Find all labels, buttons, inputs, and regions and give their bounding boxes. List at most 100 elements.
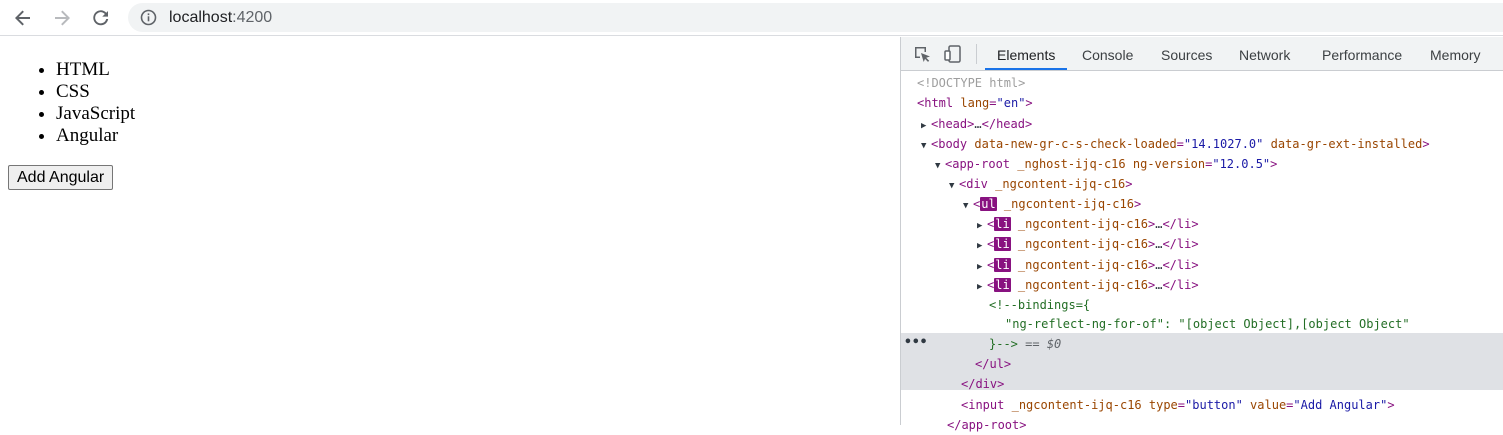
attr-name: _ngcontent-ijq-c16 <box>995 177 1126 191</box>
tag-name: html <box>924 96 954 110</box>
expand-triangle-icon[interactable]: ▶ <box>977 277 987 297</box>
expand-triangle-icon[interactable]: ▶ <box>977 257 987 277</box>
arrow-right-icon <box>55 10 70 26</box>
tag-name-highlighted: li <box>994 258 1011 272</box>
devtools-tabbar: Elements Console Sources Network Perform… <box>901 37 1503 71</box>
tag-name: app-root <box>952 157 1011 171</box>
tag-name: li <box>1176 237 1192 251</box>
attr-name: _ngcontent-ijq-c16 <box>1017 278 1148 292</box>
info-icon[interactable] <box>140 9 157 26</box>
collapse-triangle-icon[interactable]: ▼ <box>921 136 931 156</box>
comment-text: "ng-reflect-ng-for-of": "[object Object]… <box>1005 317 1410 331</box>
collapsed-ellipsis: … <box>974 117 982 131</box>
tab-sources[interactable]: Sources <box>1161 37 1212 70</box>
dom-line-li[interactable]: ▶ <li _ngcontent-ijq-c16>…</li> <box>901 234 1503 254</box>
dom-line-comment-body[interactable]: "ng-reflect-ng-for-of": "[object Object]… <box>901 314 1503 334</box>
tag-name: div <box>966 177 988 191</box>
url-port: :4200 <box>232 9 273 26</box>
closing-tag-text: </app-root> <box>947 418 1027 432</box>
list-item: HTML <box>56 59 135 81</box>
dom-line-div-close[interactable]: </div> <box>901 374 1503 394</box>
dom-line-app-root-close[interactable]: </app-root> <box>901 415 1503 435</box>
attr-name: value <box>1250 398 1287 412</box>
attr-value: "12.0.5" <box>1212 157 1271 171</box>
tag-name: head <box>996 117 1025 131</box>
inspect-element-icon[interactable] <box>912 44 932 64</box>
tab-elements[interactable]: Elements <box>985 37 1068 70</box>
attr-name: _ngcontent-ijq-c16 <box>1011 398 1142 412</box>
tag-name-highlighted: li <box>994 278 1011 292</box>
expand-triangle-icon[interactable]: ▶ <box>977 216 987 236</box>
tech-list: HTML CSS JavaScript Angular <box>56 59 135 147</box>
arrow-left-icon <box>15 10 30 26</box>
dom-line-input[interactable]: <input _ngcontent-ijq-c16 type="button" … <box>901 395 1503 415</box>
list-item: Angular <box>56 125 135 147</box>
dom-line-li[interactable]: ▶ <li _ngcontent-ijq-c16>…</li> <box>901 214 1503 234</box>
dom-line-body[interactable]: ▼ <body data-new-gr-c-s-check-loaded="14.… <box>901 134 1503 154</box>
tag-name: div <box>975 377 998 391</box>
attr-value: "14.1027.0" <box>1183 137 1264 151</box>
add-angular-button[interactable]: Add Angular <box>8 165 114 190</box>
attr-value: "button" <box>1185 398 1243 412</box>
tab-memory[interactable]: Memory <box>1430 37 1481 70</box>
selected-node-ref: == $0 <box>1025 337 1062 351</box>
dom-line-div[interactable]: ▼ <div _ngcontent-ijq-c16> <box>901 174 1503 194</box>
tag-name-highlighted: li <box>994 217 1011 231</box>
tag-name: li <box>1176 258 1192 272</box>
collapse-triangle-icon[interactable]: ▼ <box>949 176 959 196</box>
attr-name: lang <box>960 96 990 110</box>
tag-name: body <box>938 137 968 151</box>
url-host: localhost <box>169 9 233 26</box>
back-button[interactable] <box>11 6 35 30</box>
dom-line-comment-open[interactable]: <!--bindings={ <box>901 295 1503 315</box>
tag-name: head <box>938 117 968 131</box>
collapse-triangle-icon[interactable]: ▼ <box>935 156 945 176</box>
collapse-triangle-icon[interactable]: ▼ <box>963 196 973 216</box>
attr-value: "Add Angular" <box>1293 398 1388 412</box>
tab-network[interactable]: Network <box>1239 37 1290 70</box>
tab-performance[interactable]: Performance <box>1322 37 1402 70</box>
tag-name: input <box>968 398 1005 412</box>
forward-button[interactable] <box>50 6 74 30</box>
devtools-panel: Elements Console Sources Network Perform… <box>900 37 1503 432</box>
tag-name: li <box>1176 278 1192 292</box>
comment-text: <!--bindings={ <box>989 298 1091 312</box>
list-item: JavaScript <box>56 103 135 125</box>
dom-line-html[interactable]: <html lang="en"> <box>901 93 1503 113</box>
attr-name: ng-version <box>1132 157 1206 171</box>
reload-icon <box>93 10 109 26</box>
attr-name: _ngcontent-ijq-c16 <box>1017 217 1148 231</box>
attr-name: _nghost-ijq-c16 <box>1017 157 1126 171</box>
url-text: localhost:4200 <box>169 8 272 27</box>
tag-name-highlighted: li <box>994 237 1011 251</box>
browser-toolbar: localhost:4200 <box>0 0 1503 36</box>
attr-name: _ngcontent-ijq-c16 <box>1017 237 1148 251</box>
address-bar[interactable]: localhost:4200 <box>128 3 1503 32</box>
attr-name: type <box>1148 398 1178 412</box>
tag-name-highlighted: ul <box>980 197 997 211</box>
expand-triangle-icon[interactable]: ▶ <box>977 236 987 256</box>
device-toggle-icon[interactable] <box>943 44 963 64</box>
page-content: HTML CSS JavaScript Angular Add Angular <box>0 37 900 425</box>
dom-line-doctype[interactable]: <!DOCTYPE html> <box>901 73 1503 93</box>
dom-line-ul[interactable]: ▼ <ul _ngcontent-ijq-c16> <box>901 194 1503 214</box>
dom-line-ul-close[interactable]: </ul> <box>901 354 1503 374</box>
expand-triangle-icon[interactable]: ▶ <box>921 116 931 136</box>
toolbar-divider <box>976 44 977 64</box>
doctype-text: <!DOCTYPE html> <box>917 76 1026 90</box>
attr-name: _ngcontent-ijq-c16 <box>1017 258 1148 272</box>
attr-name: _ngcontent-ijq-c16 <box>1003 197 1134 211</box>
dom-line-li[interactable]: ▶ <li _ngcontent-ijq-c16>…</li> <box>901 255 1503 275</box>
dom-line-head[interactable]: ▶ <head>…</head> <box>901 114 1503 134</box>
attr-value: "en" <box>996 96 1026 110</box>
tag-name: li <box>1176 217 1192 231</box>
dom-line-comment-close[interactable]: }--> == $0 <box>901 334 1503 354</box>
comment-text: }--> <box>989 337 1018 351</box>
tab-console[interactable]: Console <box>1082 37 1133 70</box>
list-item: CSS <box>56 81 135 103</box>
attr-name: data-new-gr-c-s-check-loaded <box>974 137 1177 151</box>
attr-name: data-gr-ext-installed <box>1270 137 1423 151</box>
dom-line-app-root[interactable]: ▼ <app-root _nghost-ijq-c16 ng-version="1… <box>901 154 1503 174</box>
reload-button[interactable] <box>89 6 113 30</box>
dom-line-li[interactable]: ▶ <li _ngcontent-ijq-c16>…</li> <box>901 275 1503 295</box>
